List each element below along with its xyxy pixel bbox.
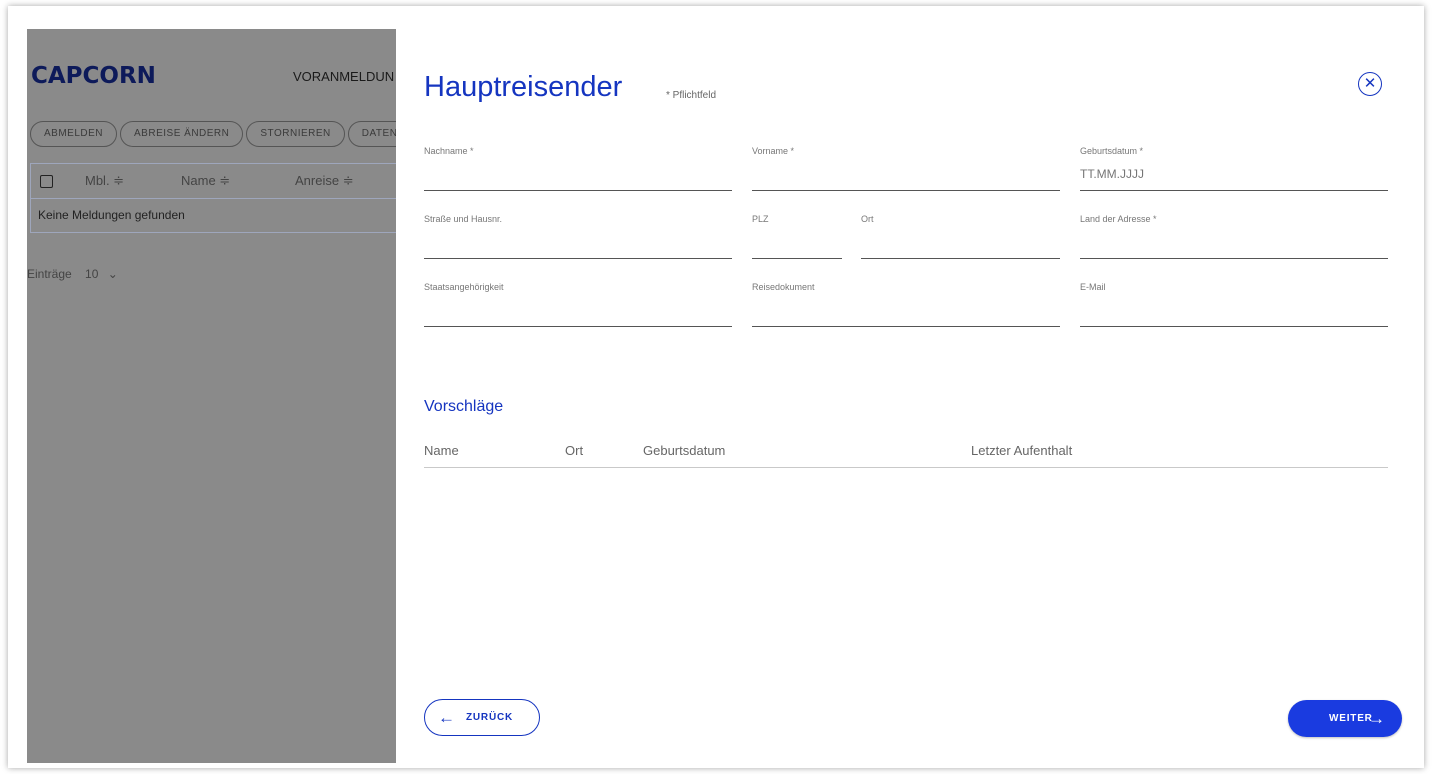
column-header-mbl[interactable]: Mbl. ≑ <box>85 164 124 198</box>
empty-message: Keine Meldungen gefunden <box>31 198 396 232</box>
nav-item-voranmeldung[interactable]: VORANMELDUN <box>293 69 394 84</box>
nachname-underline <box>424 190 732 191</box>
reisedokument-underline <box>752 326 1060 327</box>
ort-underline <box>861 258 1060 259</box>
reisedokument-input[interactable] <box>752 303 1060 317</box>
staatsangehoerigkeit-underline <box>424 326 732 327</box>
ort-label: Ort <box>861 214 874 224</box>
entries-value: 10 <box>85 267 99 281</box>
reisedokument-field: Reisedokument <box>752 282 1060 327</box>
geburtsdatum-field: Geburtsdatum * <box>1080 146 1388 191</box>
daten-button[interactable]: DATEN <box>347 121 396 147</box>
land-underline <box>1080 258 1388 259</box>
hauptreisender-dialog: Hauptreisender * Pflichtfeld ✕ Nachname … <box>396 29 1424 763</box>
ort-field: Ort <box>861 214 1060 259</box>
arrow-left-icon: ← <box>438 708 456 727</box>
plz-underline <box>752 258 842 259</box>
suggestions-title: Vorschläge <box>424 398 504 415</box>
plz-field: PLZ <box>752 214 842 259</box>
geburtsdatum-input[interactable] <box>1080 167 1388 181</box>
entries-select[interactable]: 10 ⌄ <box>85 267 118 281</box>
suggestions-table-header: Name Ort Geburtsdatum Letzter Aufenthalt <box>424 441 1388 468</box>
background-app: CAPCORN VORANMELDUN ABMELDEN ABREISE ÄNDE… <box>27 29 396 763</box>
next-button[interactable]: WEITER → <box>1288 700 1402 737</box>
suggestions-column-letzter-aufenthalt: Letzter Aufenthalt <box>971 443 1073 458</box>
staatsangehoerigkeit-input[interactable] <box>424 303 732 317</box>
vorname-field: Vorname * <box>752 146 1060 191</box>
nachname-field: Nachname * <box>424 146 732 191</box>
email-input[interactable] <box>1080 303 1388 317</box>
meldungen-table: Mbl. ≑ Name ≑ Anreise ≑ Keine Meldungen … <box>30 163 396 233</box>
entries-per-page: Einträge 10 ⌄ <box>27 267 118 281</box>
select-all-checkbox[interactable] <box>40 175 53 188</box>
geburtsdatum-label: Geburtsdatum * <box>1080 146 1144 156</box>
staatsangehoerigkeit-label: Staatsangehörigkeit <box>424 282 504 292</box>
back-button-label: ZURÜCK <box>466 712 514 723</box>
capcorn-logo: CAPCORN <box>31 63 156 89</box>
abreise-aendern-button[interactable]: ABREISE ÄNDERN <box>120 121 244 147</box>
next-button-label: WEITER <box>1329 713 1373 724</box>
geburtsdatum-underline <box>1080 190 1388 191</box>
chevron-down-icon: ⌄ <box>107 267 118 281</box>
plz-input[interactable] <box>752 235 842 249</box>
table-header: Mbl. ≑ Name ≑ Anreise ≑ <box>31 164 396 198</box>
vorname-label: Vorname * <box>752 146 795 156</box>
dialog-title: Hauptreisender <box>424 71 623 103</box>
suggestions-column-ort: Ort <box>565 443 584 458</box>
plz-label: PLZ <box>752 214 769 224</box>
entries-label: Einträge <box>27 267 72 281</box>
email-label: E-Mail <box>1080 282 1106 292</box>
required-field-note: * Pflichtfeld <box>666 90 717 101</box>
email-underline <box>1080 326 1388 327</box>
staatsangehoerigkeit-field: Staatsangehörigkeit <box>424 282 732 327</box>
column-header-anreise[interactable]: Anreise ≑ <box>295 164 354 198</box>
reisedokument-label: Reisedokument <box>752 282 815 292</box>
strasse-underline <box>424 258 732 259</box>
vorname-underline <box>752 190 1060 191</box>
stornieren-button[interactable]: STORNIEREN <box>246 121 345 147</box>
close-button[interactable]: ✕ <box>1358 72 1382 96</box>
nachname-input[interactable] <box>424 167 732 181</box>
suggestions-column-geburtsdatum: Geburtsdatum <box>643 443 726 458</box>
close-icon: ✕ <box>1363 75 1377 92</box>
strasse-label: Straße und Hausnr. <box>424 214 503 224</box>
arrow-right-icon: → <box>1368 709 1386 728</box>
back-button[interactable]: ← ZURÜCK <box>424 699 540 736</box>
suggestions-column-name: Name <box>424 443 459 458</box>
vorname-input[interactable] <box>752 167 1060 181</box>
action-button-group: ABMELDEN ABREISE ÄNDERN STORNIEREN DATEN <box>30 121 396 147</box>
abmelden-button[interactable]: ABMELDEN <box>30 121 118 147</box>
strasse-field: Straße und Hausnr. <box>424 214 732 259</box>
nachname-label: Nachname * <box>424 146 474 156</box>
land-input[interactable] <box>1080 235 1388 249</box>
ort-input[interactable] <box>861 235 1060 249</box>
land-label: Land der Adresse * <box>1080 214 1157 224</box>
land-field: Land der Adresse * <box>1080 214 1388 259</box>
column-header-name[interactable]: Name ≑ <box>181 164 230 198</box>
strasse-input[interactable] <box>424 235 732 249</box>
email-field: E-Mail <box>1080 282 1388 327</box>
